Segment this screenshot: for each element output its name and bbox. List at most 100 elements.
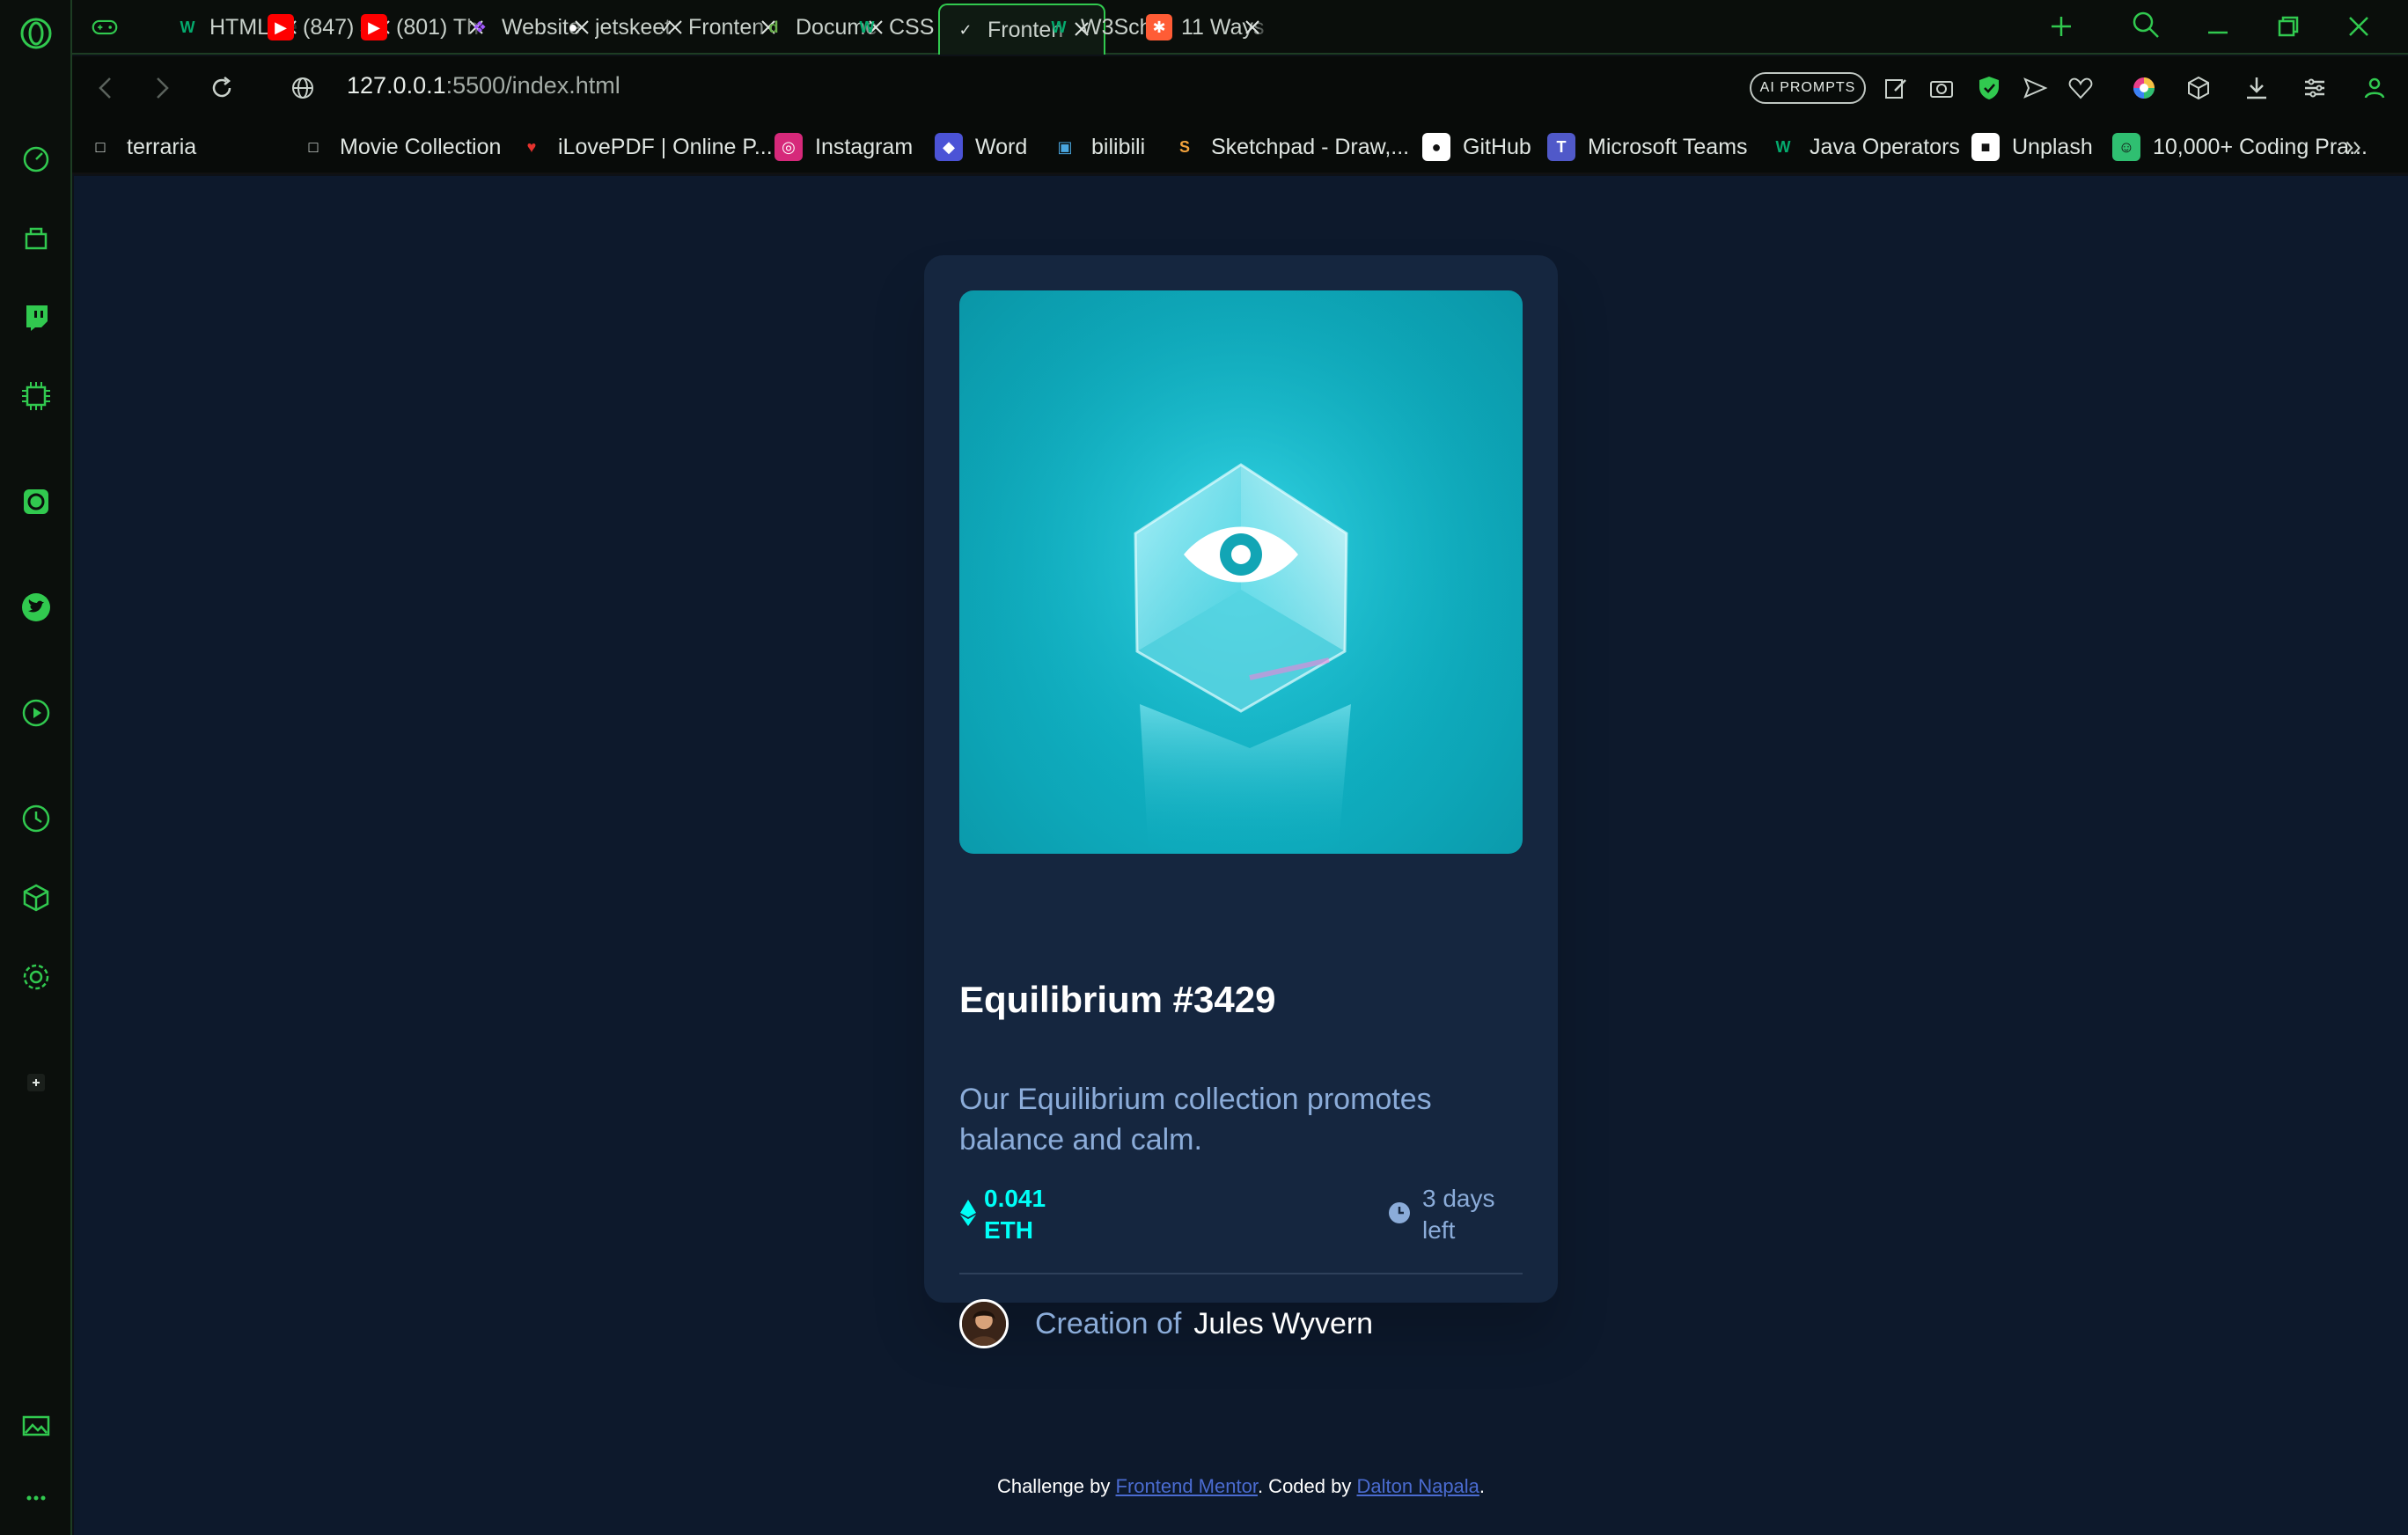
attribution-footer: Challenge by Frontend Mentor. Coded by D… [74, 1475, 2408, 1498]
bookmark-label: terraria [127, 134, 197, 159]
snapshot-camera-icon[interactable] [1926, 72, 1957, 104]
equilibrium-cube-illustration [959, 290, 1523, 854]
more-options-icon[interactable] [18, 1479, 54, 1514]
author-link[interactable]: Dalton Napala [1356, 1475, 1479, 1497]
nft-preview-image[interactable] [959, 290, 1523, 854]
bookmarks-bar: □ terraria □ Movie Collection ♥ iLovePDF | On… [72, 120, 2408, 174]
theme-color-wheel-icon[interactable] [2128, 72, 2160, 104]
reload-button[interactable] [204, 70, 239, 106]
more-bookmarks-chevron-icon[interactable] [2336, 130, 2371, 165]
figma-icon: ❖ [472, 18, 488, 36]
time-unit: left [1422, 1216, 1456, 1244]
price-unit: ETH [984, 1216, 1033, 1244]
bookmark-item[interactable]: ◎ Instagram [775, 130, 913, 164]
bookmark-item[interactable]: ▣ bilibili [1051, 130, 1145, 164]
minimize-window-icon[interactable] [2200, 9, 2235, 44]
codewars-icon: ☺ [2112, 133, 2140, 161]
document-icon: d [768, 18, 779, 36]
attribution-prefix: Challenge by [996, 1475, 1111, 1497]
new-tab-button[interactable] [2044, 9, 2079, 44]
send-icon[interactable] [2019, 72, 2051, 104]
attribution-middle: . Coded by [1257, 1475, 1352, 1497]
player-icon[interactable] [18, 695, 54, 731]
address-bar: 127.0.0.1:5500/index.html AI PROMPTS [72, 56, 2408, 120]
bookmark-label: Movie Collection [340, 134, 502, 159]
bookmark-label: GitHub [1463, 134, 1531, 159]
bilibili-icon: ▣ [1057, 137, 1073, 156]
youtube-icon: ▶ [361, 14, 387, 40]
bookmark-item[interactable]: ● GitHub [1422, 130, 1531, 164]
bookmark-item[interactable]: ◆ Word [935, 130, 1027, 164]
tab-search-icon[interactable] [2128, 7, 2163, 42]
chatgpt-icon[interactable] [18, 484, 54, 519]
frontend-mentor-link[interactable]: Frontend Mentor [1116, 1475, 1258, 1497]
adblock-shield-icon[interactable] [1973, 72, 2005, 104]
bookmark-heart-icon[interactable] [2065, 72, 2096, 104]
easy-setup-icon[interactable] [2299, 72, 2331, 104]
page-viewport: Equilibrium #3429 Our Equilibrium collec… [74, 176, 2408, 1535]
extensions-box-icon[interactable] [2183, 72, 2214, 104]
gallery-icon[interactable] [18, 1408, 54, 1443]
settings-gear-icon[interactable] [18, 959, 54, 995]
bookmark-item[interactable]: T Microsoft Teams [1547, 130, 1748, 164]
twitter-icon[interactable] [18, 590, 54, 625]
opera-logo-icon[interactable] [18, 16, 54, 51]
github-icon: ● [1422, 133, 1450, 161]
bookmark-label: Microsoft Teams [1588, 134, 1748, 159]
nft-description: Our Equilibrium collection promotes bala… [959, 1083, 1432, 1157]
close-window-icon[interactable] [2341, 9, 2376, 44]
frontend-mentor-icon: ✓ [958, 20, 973, 39]
add-sidebar-item-icon[interactable] [18, 1065, 54, 1100]
extensions-cube-icon[interactable] [18, 880, 54, 915]
bookmark-label: Word [975, 134, 1028, 159]
bookmark-item[interactable]: W Java Operators [1769, 130, 1960, 164]
nft-title[interactable]: Equilibrium #3429 [959, 979, 1275, 1021]
browser-tab[interactable]: ✱ 11 Ways [1134, 4, 1274, 51]
twitch-icon[interactable] [18, 299, 54, 334]
w3schools-icon: W [180, 18, 195, 36]
youtube-icon: ▶ [268, 14, 294, 40]
bookmark-label: iLovePDF | Online P... [558, 134, 773, 159]
bookmark-label: Unplash [2012, 134, 2093, 159]
time-remaining: 3 days left [1387, 1183, 1495, 1246]
folder-icon: □ [308, 137, 319, 156]
bookmark-item[interactable]: ♥ iLovePDF | Online P... [518, 130, 773, 164]
url-field[interactable]: 127.0.0.1:5500/index.html [347, 72, 620, 99]
bookmark-item[interactable]: ■ Unplash [1971, 130, 2093, 164]
teams-icon: T [1547, 133, 1575, 161]
shopping-icon[interactable] [18, 220, 54, 255]
forward-button[interactable] [144, 70, 180, 106]
word-icon: ◆ [935, 133, 963, 161]
bookmark-item[interactable]: S Sketchpad - Draw,... [1171, 130, 1409, 164]
github-icon: ● [568, 18, 578, 36]
ilovepdf-icon: ♥ [526, 137, 537, 156]
history-icon[interactable] [18, 801, 54, 836]
attribution-suffix: . [1479, 1475, 1486, 1497]
bookmark-item[interactable]: ☺ 10,000+ Coding Pra... [2112, 130, 2368, 164]
bookmark-item[interactable]: □ terraria [86, 130, 197, 164]
w3schools-icon: W [1775, 137, 1791, 156]
restore-window-icon[interactable] [2271, 9, 2306, 44]
gaming-workspace-icon[interactable] [79, 4, 123, 51]
creator-name-link[interactable]: Jules Wyvern [1193, 1299, 1373, 1348]
url-path: :5500/index.html [445, 72, 620, 99]
instagram-icon: ◎ [775, 133, 803, 161]
frontend-mentor-icon: ✓ [659, 18, 673, 36]
folder-icon: □ [95, 137, 106, 156]
edit-page-icon[interactable] [1880, 72, 1912, 104]
ai-prompts-button[interactable]: AI PROMPTS [1750, 72, 1866, 104]
profile-icon[interactable] [2359, 72, 2390, 104]
downloads-icon[interactable] [2241, 72, 2272, 104]
site-info-globe-icon[interactable] [285, 70, 320, 106]
back-button[interactable] [88, 70, 123, 106]
w3schools-icon: W [1051, 18, 1067, 36]
speed-dial-icon[interactable] [18, 141, 54, 176]
clock-icon [1389, 1202, 1410, 1223]
close-tab-icon[interactable] [1241, 16, 1264, 39]
url-host: 127.0.0.1 [347, 72, 446, 99]
tab-strip: W HTML Te ▶ (847) Ju ▶ (801) Th ❖ Website ● jetsk… [72, 0, 2408, 55]
bookmark-item[interactable]: □ Movie Collection [299, 130, 502, 164]
chip-icon[interactable] [18, 378, 54, 414]
sketchpad-icon: S [1178, 137, 1190, 156]
nft-card: Equilibrium #3429 Our Equilibrium collec… [924, 255, 1558, 1348]
